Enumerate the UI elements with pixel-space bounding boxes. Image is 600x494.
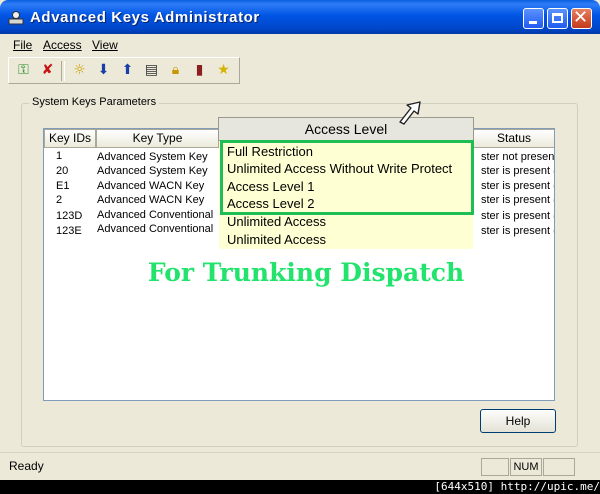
maximize-button[interactable]	[547, 8, 568, 29]
pointer-arrow-icon	[399, 101, 421, 125]
key-id-cell: 123D	[56, 210, 83, 222]
title-bar[interactable]: Advanced Keys Administrator ✕	[0, 0, 600, 34]
column-key-type[interactable]: Key Type	[96, 129, 219, 148]
status-cell: ster is present (e	[481, 225, 555, 237]
status-cell: ster is present (e	[481, 180, 555, 192]
star-icon[interactable]: ★	[215, 62, 232, 79]
annotation-highlight-box	[220, 140, 474, 215]
status-cell: ster not present	[481, 151, 555, 163]
exit-door-icon[interactable]: ▮	[191, 62, 208, 79]
key-id-cell: 20	[56, 165, 69, 177]
num-lock-indicator: NUM	[510, 458, 542, 476]
app-window: Advanced Keys Administrator ✕ File Acces…	[0, 0, 600, 480]
toolbar: ⚿ ✘ ☼ ⬇ ⬆ ▤ 🔒︎ ▮ ★	[8, 57, 240, 84]
status-panel	[481, 458, 509, 476]
menu-view-label: View	[92, 38, 118, 52]
key-id-cell: 1	[56, 150, 63, 162]
key-id-cell: E1	[56, 180, 70, 192]
window-title: Advanced Keys Administrator	[30, 9, 260, 26]
status-cell: ster is present (e	[481, 194, 555, 206]
status-cell: ster is present (e	[481, 165, 555, 177]
help-button[interactable]: Help	[480, 409, 556, 433]
key-type-cell: Advanced Conventional	[97, 223, 214, 235]
menu-file[interactable]: File	[13, 38, 32, 52]
menu-bar: File Access View	[0, 34, 600, 56]
overlay-caption: For Trunking Dispatch	[147, 258, 465, 287]
key-type-cell: Advanced WACN Key	[97, 194, 205, 206]
close-button[interactable]: ✕	[571, 7, 592, 29]
download-icon[interactable]: ⬇	[95, 62, 112, 79]
status-panel	[543, 458, 575, 476]
document-icon[interactable]: ▤	[143, 62, 160, 79]
access-option-unlimited[interactable]: Unlimited Access	[227, 232, 326, 247]
key-type-cell: Advanced WACN Key	[97, 180, 205, 192]
column-status[interactable]: Status	[472, 129, 554, 148]
key-icon[interactable]: ⚿	[15, 62, 32, 79]
lock-icon[interactable]: 🔒︎	[167, 62, 184, 79]
close-icon: ✕	[573, 7, 589, 28]
minimize-button[interactable]	[523, 8, 544, 29]
menu-file-label: File	[13, 38, 33, 52]
minimize-icon	[529, 21, 537, 24]
maximize-icon	[552, 13, 563, 23]
status-cell: ster is present (e	[481, 210, 555, 222]
watermark: [644x510] http://upic.me/	[434, 480, 600, 493]
settings-icon[interactable]: ☼	[71, 62, 88, 79]
groupbox-label: System Keys Parameters	[29, 96, 160, 108]
delete-key-icon[interactable]: ✘	[39, 62, 56, 79]
app-key-icon	[8, 11, 24, 25]
key-type-cell: Advanced System Key	[97, 151, 208, 163]
toolbar-separator	[61, 61, 65, 81]
menu-access[interactable]: Access	[43, 38, 82, 52]
status-bar: Ready NUM	[0, 452, 600, 480]
access-option-unlimited[interactable]: Unlimited Access	[227, 214, 326, 229]
key-type-cell: Advanced Conventional	[97, 209, 214, 221]
key-id-cell: 2	[56, 194, 63, 206]
key-type-cell: Advanced System Key	[97, 165, 208, 177]
column-key-ids[interactable]: Key IDs	[44, 129, 96, 148]
key-id-cell: 123E	[56, 225, 82, 237]
menu-view[interactable]: View	[92, 38, 118, 52]
upload-icon[interactable]: ⬆	[119, 62, 136, 79]
menu-access-label: Access	[43, 38, 82, 52]
status-text: Ready	[9, 459, 44, 473]
